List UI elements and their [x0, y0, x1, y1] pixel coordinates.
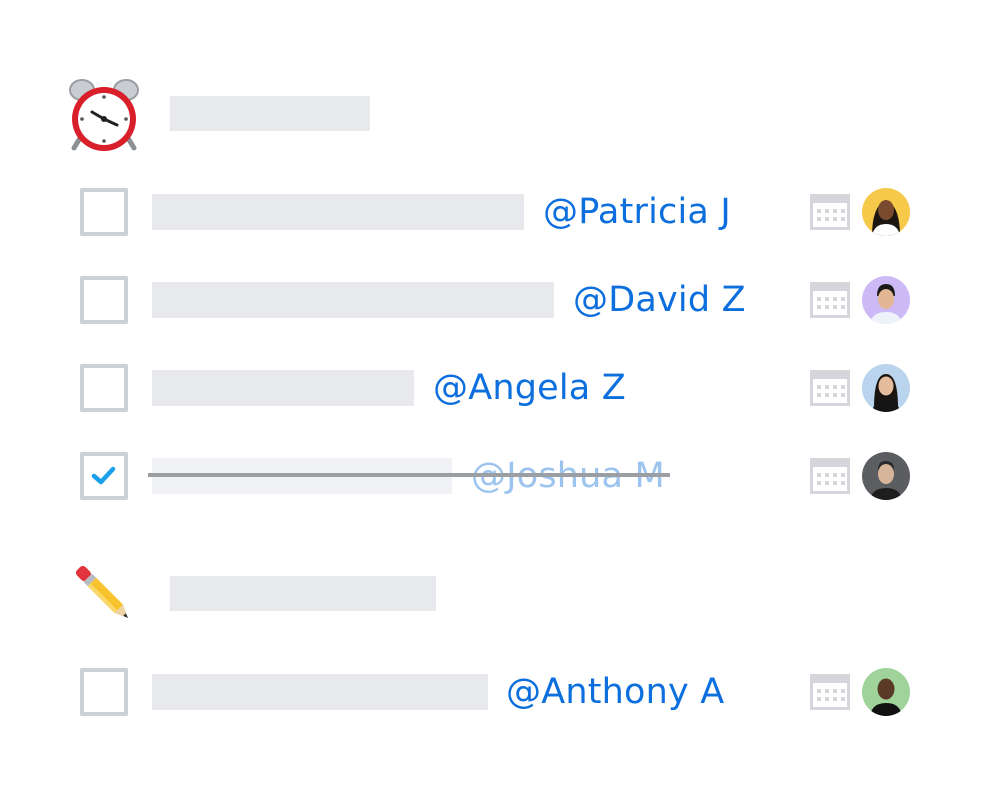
- calendar-icon[interactable]: [810, 370, 850, 406]
- alarm-clock-icon: [66, 78, 142, 154]
- check-icon: [91, 466, 116, 485]
- assignee-mention[interactable]: @Anthony A: [506, 672, 724, 712]
- calendar-icon[interactable]: [810, 194, 850, 230]
- section-heading-placeholder: [170, 96, 370, 131]
- assignee-mention[interactable]: @David Z: [573, 280, 746, 320]
- avatar[interactable]: [862, 364, 910, 412]
- section-heading-placeholder: [170, 576, 436, 611]
- task-title-placeholder: [152, 674, 488, 710]
- avatar[interactable]: [862, 452, 910, 500]
- strikethrough-line: [148, 473, 670, 477]
- calendar-icon[interactable]: [810, 282, 850, 318]
- assignee-mention[interactable]: @Patricia J: [543, 192, 731, 232]
- task-checkbox[interactable]: [80, 364, 128, 412]
- avatar[interactable]: [862, 668, 910, 716]
- task-checkbox[interactable]: [80, 668, 128, 716]
- avatar[interactable]: [862, 276, 910, 324]
- task-checkbox[interactable]: [80, 276, 128, 324]
- pencil-icon: [66, 556, 142, 632]
- task-title-placeholder: [152, 194, 524, 230]
- assignee-mention[interactable]: @Angela Z: [433, 368, 626, 408]
- calendar-icon[interactable]: [810, 458, 850, 494]
- task-checkbox[interactable]: [80, 188, 128, 236]
- calendar-icon[interactable]: [810, 674, 850, 710]
- task-title-placeholder: [152, 370, 414, 406]
- task-checkbox-checked[interactable]: [80, 452, 128, 500]
- task-title-placeholder: [152, 282, 554, 318]
- avatar[interactable]: [862, 188, 910, 236]
